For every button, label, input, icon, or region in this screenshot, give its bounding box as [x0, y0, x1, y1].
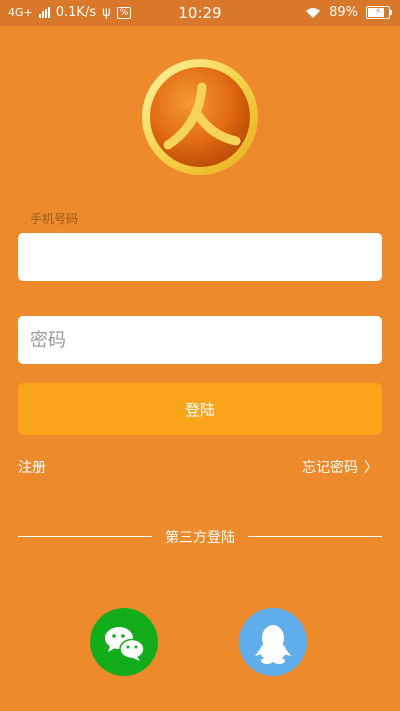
battery-percent: 89% — [329, 5, 358, 20]
app-logo — [142, 59, 258, 175]
wechat-icon — [105, 627, 145, 661]
wifi-icon — [306, 7, 321, 18]
chevron-right-icon: 〉 — [364, 460, 378, 476]
status-bar: 4G+ 0.1K/s ψ % 10:29 89% ⚡ — [0, 0, 400, 26]
third-party-divider: 第三方登陆 — [18, 527, 382, 546]
divider-line-right — [248, 536, 382, 537]
login-button[interactable]: 登陆 — [18, 383, 382, 435]
qq-login-button[interactable] — [239, 608, 307, 676]
third-party-label: 第三方登陆 — [165, 530, 235, 546]
phone-label: 手机号码 — [30, 212, 79, 226]
password-input[interactable] — [18, 316, 382, 364]
forgot-password-label: 忘记密码 — [302, 460, 358, 476]
register-link[interactable]: 注册 — [18, 457, 46, 477]
phone-input[interactable] — [18, 233, 382, 281]
forgot-password-link[interactable]: 忘记密码 〉 — [302, 457, 378, 477]
qq-icon — [255, 625, 291, 664]
wechat-login-button[interactable] — [90, 608, 158, 676]
battery-icon: ⚡ — [366, 6, 392, 19]
